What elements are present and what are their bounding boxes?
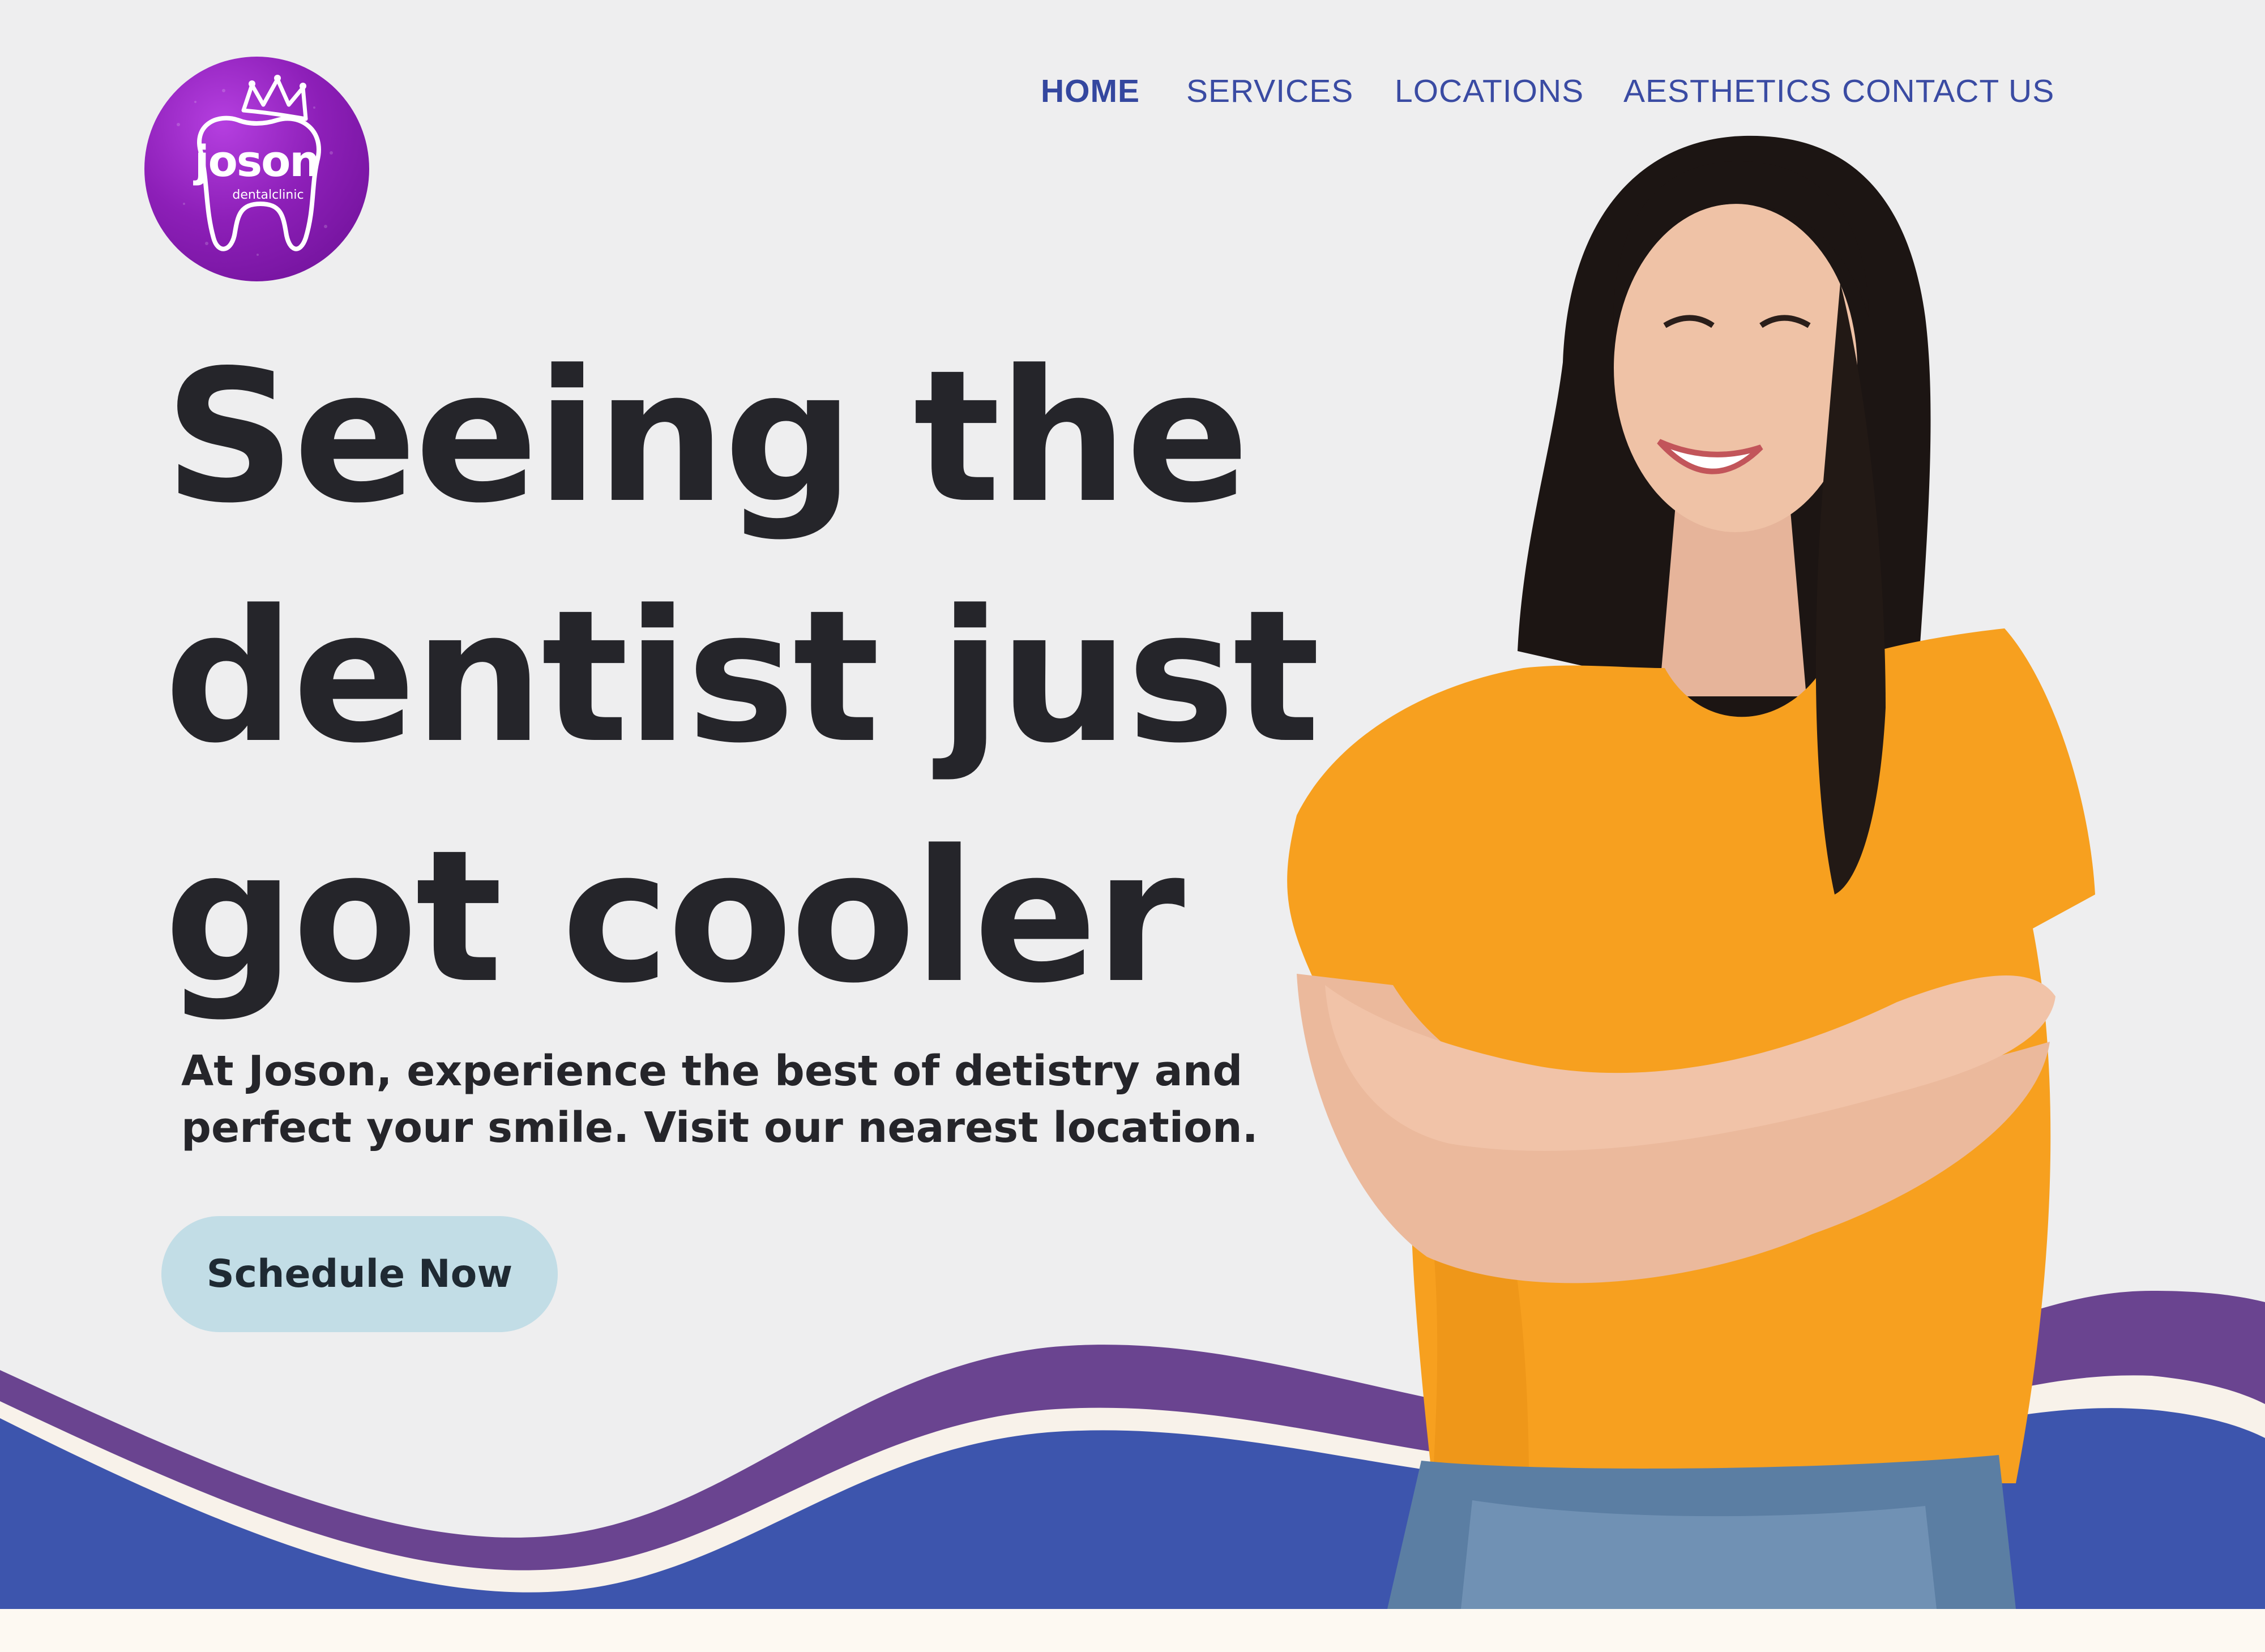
schedule-now-button[interactable]: Schedule Now <box>161 1216 558 1332</box>
face <box>1614 204 1857 532</box>
headline-line-3: got cooler <box>164 811 1185 1023</box>
hero-description: At Joson, experience the best of detistr… <box>181 1043 1258 1156</box>
nav-aesthetics[interactable]: AESTHETICS <box>1623 72 1832 110</box>
nav-services[interactable]: SERVICES <box>1186 72 1353 110</box>
nav-contact-us[interactable]: CONTACT US <box>1842 72 2054 110</box>
logo-wordmark: joson <box>194 136 320 186</box>
nav-locations[interactable]: LOCATIONS <box>1395 72 1584 110</box>
headline-line-2: dentist just <box>164 571 1320 783</box>
headline-line-1: Seeing the <box>164 331 1249 543</box>
jeans-highlight <box>1461 1500 1937 1609</box>
description-line-1: At Joson, experience the best of detistr… <box>181 1047 1243 1095</box>
logo-tagline: dentalclinic <box>232 188 304 202</box>
hero-headline: Seeing the dentist just got cooler <box>164 317 1320 1037</box>
description-line-2: perfect your smile. Visit our nearest lo… <box>181 1103 1258 1152</box>
nav-home[interactable]: HOME <box>1041 72 1140 110</box>
page-bottom-strip <box>0 1609 2265 1652</box>
hero-section: joson dentalclinic HOME SERVICES LOCATIO… <box>0 0 2265 1609</box>
main-navigation: HOME SERVICES LOCATIONS AESTHETICS CONTA… <box>0 72 2265 112</box>
